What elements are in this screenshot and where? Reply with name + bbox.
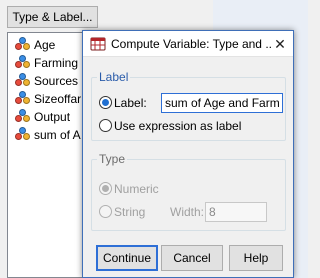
- radio-selected-icon[interactable]: [99, 96, 112, 109]
- width-label: Width:: [170, 205, 205, 219]
- variable-name: Farming: [34, 56, 79, 70]
- scale-variable-icon: [14, 37, 32, 51]
- radio-disabled-selected-icon: [99, 182, 112, 195]
- expression-radio-text: Use expression as label: [114, 119, 242, 133]
- string-radio: String: [99, 204, 145, 220]
- cancel-button[interactable]: Cancel: [161, 245, 223, 271]
- variable-name: Sources: [34, 74, 79, 88]
- scale-variable-icon: [14, 73, 32, 87]
- label-radio-text: Label:: [114, 96, 147, 110]
- dialog-title: Compute Variable: Type and ...: [111, 37, 271, 51]
- spss-app-icon: [90, 37, 106, 51]
- numeric-radio-text: Numeric: [114, 182, 159, 196]
- variable-name: Sizeoffar: [34, 92, 82, 106]
- type-label-button[interactable]: Type & Label...: [7, 6, 98, 28]
- help-button[interactable]: Help: [229, 245, 283, 271]
- type-group: Type Numeric String Width: 8: [91, 152, 286, 231]
- radio-disabled-icon: [99, 205, 112, 218]
- label-text-field[interactable]: sum of Age and Farm: [161, 93, 283, 113]
- label-group-legend: Label: [97, 70, 131, 84]
- variable-name: Age: [34, 38, 56, 52]
- label-group: Label Label: sum of Age and Farm Use exp…: [91, 70, 286, 141]
- numeric-radio: Numeric: [99, 181, 159, 197]
- string-radio-text: String: [114, 205, 146, 219]
- radio-unselected-icon[interactable]: [99, 119, 112, 132]
- scale-variable-icon: [14, 91, 32, 105]
- scale-variable-icon: [14, 55, 32, 69]
- dialog-titlebar[interactable]: Compute Variable: Type and ... ✕: [83, 31, 293, 57]
- type-group-legend: Type: [97, 152, 128, 166]
- close-icon[interactable]: ✕: [271, 35, 289, 53]
- scale-variable-icon: [14, 109, 32, 123]
- label-radio[interactable]: Label:: [99, 95, 147, 111]
- compute-variable-type-dialog: Compute Variable: Type and ... ✕ Label L…: [82, 30, 294, 278]
- variable-name: Output: [34, 110, 71, 124]
- width-field: 8: [205, 202, 267, 222]
- scale-variable-icon: [14, 127, 32, 141]
- variable-name: sum of A: [34, 128, 81, 142]
- continue-button[interactable]: Continue: [96, 245, 158, 271]
- expression-radio[interactable]: Use expression as label: [99, 118, 241, 134]
